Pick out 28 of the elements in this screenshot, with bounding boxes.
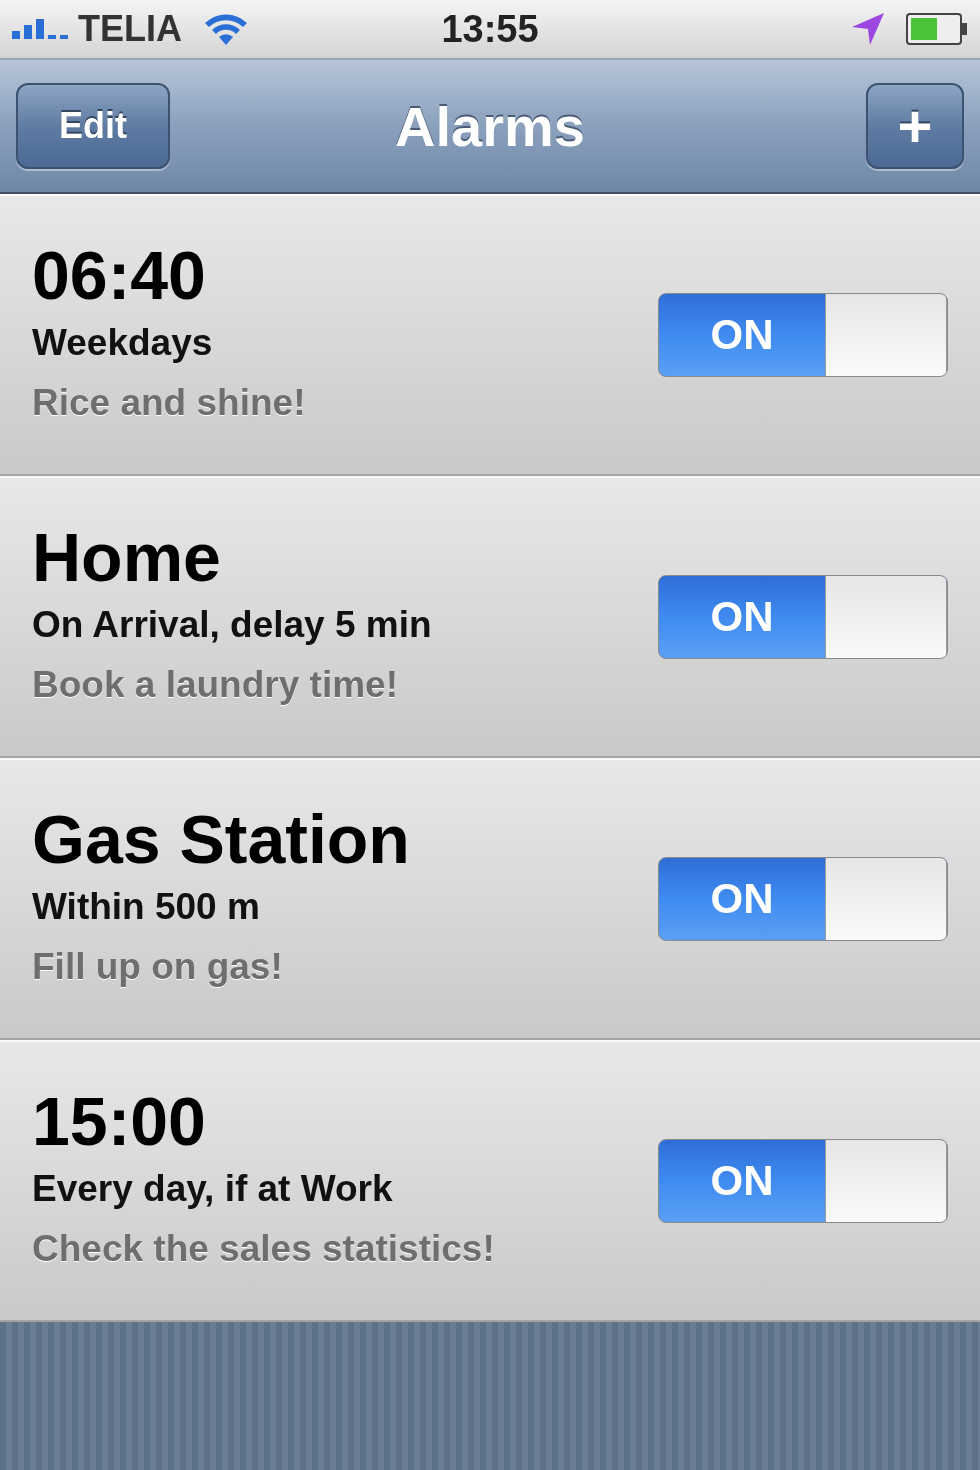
clock-time: 13:55	[441, 7, 539, 51]
alarm-title: 15:00	[32, 1082, 207, 1161]
toggle-switch[interactable]: ON	[658, 575, 948, 659]
edit-button[interactable]: Edit	[16, 83, 170, 169]
alarm-row[interactable]: Gas Station Within 500 m Fill up on gas! ON	[0, 758, 980, 1040]
alarm-condition: Within 500 m	[32, 885, 261, 929]
alarm-note: Check the sales statistics!	[32, 1227, 496, 1271]
location-arrow-icon	[850, 11, 886, 47]
alarm-title: Gas Station	[32, 800, 411, 879]
alarm-title: Home	[32, 518, 222, 597]
carrier-name: TELIA	[78, 8, 182, 50]
alarm-note: Book a laundry time!	[32, 663, 399, 707]
alarm-row[interactable]: 06:40 Weekdays Rice and shine! ON	[0, 194, 980, 476]
alarm-condition: Every day, if at Work	[32, 1167, 394, 1211]
alarm-row[interactable]: 15:00 Every day, if at Work Check the sales statistics! ON	[0, 1040, 980, 1322]
alarm-condition: On Arrival, delay 5 min	[32, 603, 433, 647]
alarm-condition: Weekdays	[32, 321, 214, 365]
toggle-switch[interactable]: ON	[658, 1139, 948, 1223]
toggle-switch[interactable]: ON	[658, 293, 948, 377]
alarm-note: Fill up on gas!	[32, 945, 284, 989]
toggle-switch[interactable]: ON	[658, 857, 948, 941]
signal-icon	[12, 19, 68, 39]
nav-title: Alarms	[395, 93, 585, 159]
alarm-title: 06:40	[32, 236, 207, 315]
battery-icon	[906, 13, 968, 45]
alarm-row[interactable]: Home On Arrival, delay 5 min Book a laundry time! ON	[0, 476, 980, 758]
alarm-note: Rice and shine!	[32, 381, 307, 425]
add-button[interactable]: +	[866, 83, 964, 169]
